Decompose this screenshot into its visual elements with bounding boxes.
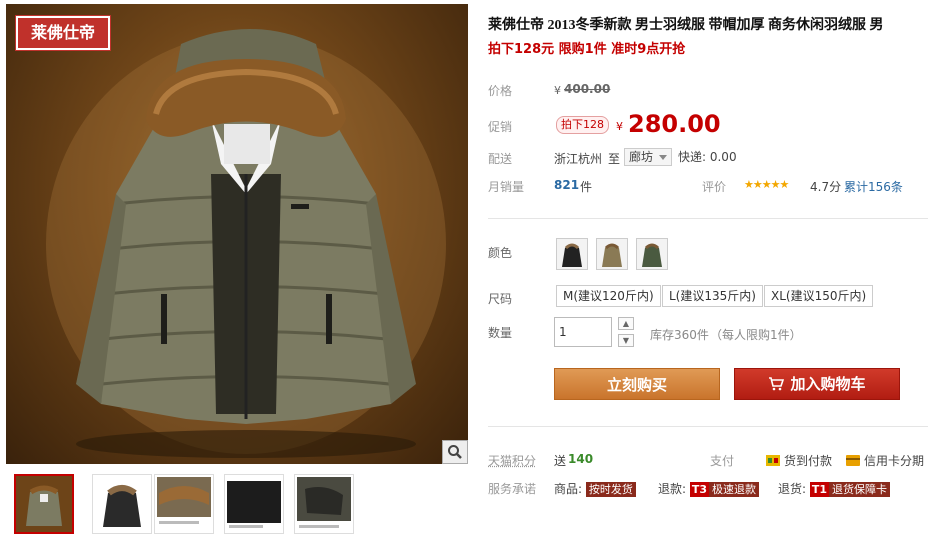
quantity-input[interactable] — [554, 317, 612, 347]
size-option-xl[interactable]: XL(建议150斤内) — [764, 285, 874, 307]
main-product-image[interactable]: 莱佛仕帝 — [6, 4, 468, 464]
divider — [488, 218, 928, 219]
refund-code-badge: T3 — [689, 482, 710, 497]
thumbnail-1[interactable] — [14, 474, 74, 534]
currency-symbol: ¥ — [554, 84, 561, 97]
chevron-down-icon — [659, 155, 668, 160]
cash-icon — [766, 455, 780, 466]
shipping-from: 浙江杭州 — [554, 152, 603, 166]
promo-currency-symbol: ¥ — [616, 120, 623, 133]
return-label: 退货: — [778, 482, 807, 496]
size-option-m[interactable]: M(建议120斤内) — [556, 285, 661, 307]
product-gallery: 莱佛仕帝 — [6, 4, 468, 464]
color-label: 颜色 — [488, 246, 513, 260]
shipping-fee: 快递: 0.00 — [678, 150, 737, 164]
price-label: 价格 — [488, 84, 513, 98]
stock-count: 库存360件 — [650, 328, 709, 342]
brand-badge: 莱佛仕帝 — [16, 16, 110, 50]
shipping-to-word: 至 — [608, 152, 621, 166]
fast-refund-badge: 极速退款 — [709, 482, 760, 497]
color-swatch-black[interactable] — [556, 238, 588, 270]
refund-service[interactable]: 退款: T3 极速退款 — [658, 480, 760, 497]
magnifier-icon — [448, 445, 462, 459]
installment-label: 信用卡分期 — [864, 454, 925, 468]
size-option-l[interactable]: L(建议135斤内) — [662, 285, 763, 307]
goods-label: 商品: — [554, 482, 583, 496]
jacket-illustration — [46, 29, 446, 458]
points-prefix: 送 — [554, 454, 567, 468]
thumbnail-3[interactable] — [154, 474, 214, 534]
rating-label: 评价 — [702, 180, 727, 194]
color-swatch-khaki[interactable] — [596, 238, 628, 270]
monthly-sales-count: 821 — [554, 178, 580, 192]
points-value: 140 — [568, 452, 594, 466]
shopping-cart-icon — [769, 377, 785, 391]
buy-now-button[interactable]: 立刻购买 — [554, 368, 720, 400]
cod-label: 货到付款 — [784, 454, 833, 468]
divider — [488, 426, 928, 427]
promo-label: 促销 — [488, 120, 513, 134]
promo-price: 280.00 — [628, 110, 721, 138]
zoom-button[interactable] — [442, 440, 468, 464]
add-to-cart-label: 加入购物车 — [790, 375, 866, 393]
rating-stars: ★★★★★ — [744, 178, 789, 191]
khaki-jacket-icon — [602, 243, 622, 267]
purchase-limit: （每人限购1件） — [710, 328, 802, 342]
on-time-shipping-badge: 按时发货 — [585, 482, 636, 497]
tmall-points-label[interactable]: 天猫积分 — [488, 452, 536, 469]
rating-score: 4.7分 — [810, 180, 842, 194]
green-jacket-icon — [642, 243, 662, 267]
chevron-down-icon: ▼ — [622, 336, 630, 345]
thumbnail-5[interactable] — [294, 474, 354, 534]
color-swatch-army-green[interactable] — [636, 238, 668, 270]
monthly-sales-unit: 件 — [580, 180, 593, 194]
size-label: 尺码 — [488, 292, 513, 306]
return-service[interactable]: 退货: T1 退货保障卡 — [778, 480, 891, 497]
product-subtitle: 拍下128元 限购1件 准时9点开抢 — [488, 42, 686, 57]
quantity-decrease-button[interactable]: ▼ — [618, 334, 634, 347]
add-to-cart-button[interactable]: 加入购物车 — [734, 368, 900, 400]
shipping-label: 配送 — [488, 152, 513, 166]
thumbnail-4[interactable] — [224, 474, 284, 534]
thumb-jacket-front — [16, 476, 72, 532]
thumb-fur-detail — [155, 475, 213, 533]
original-price: 400.00 — [564, 82, 611, 96]
promo-tag: 拍下128 — [556, 116, 609, 134]
monthly-sales-label: 月销量 — [488, 180, 525, 194]
thumbnail-2[interactable] — [92, 474, 152, 534]
installment-option[interactable]: 信用卡分期 — [846, 452, 924, 469]
black-jacket-icon — [562, 243, 582, 267]
cod-option[interactable]: 货到付款 — [766, 452, 832, 469]
goods-service[interactable]: 商品: 按时发货 — [554, 480, 636, 497]
return-guarantee-badge: 退货保障卡 — [829, 482, 891, 497]
destination-select[interactable]: 廊坊 — [624, 148, 673, 166]
destination-value: 廊坊 — [629, 150, 654, 164]
return-code-badge: T1 — [809, 482, 830, 497]
thumb-inner-detail — [225, 475, 283, 533]
payment-label: 支付 — [710, 454, 735, 468]
refund-label: 退款: — [658, 482, 687, 496]
thumb-jacket-black — [93, 475, 151, 533]
thumb-cuff-detail — [295, 475, 353, 533]
quantity-label: 数量 — [488, 326, 513, 340]
review-count-link[interactable]: 累计156条 — [844, 178, 903, 195]
chevron-up-icon: ▲ — [622, 319, 630, 328]
credit-card-icon — [846, 455, 860, 466]
service-promise-label: 服务承诺 — [488, 482, 537, 496]
product-title: 莱佛仕帝 2013冬季新款 男士羽绒服 带帽加厚 商务休闲羽绒服 男 — [488, 18, 884, 33]
quantity-increase-button[interactable]: ▲ — [618, 317, 634, 330]
